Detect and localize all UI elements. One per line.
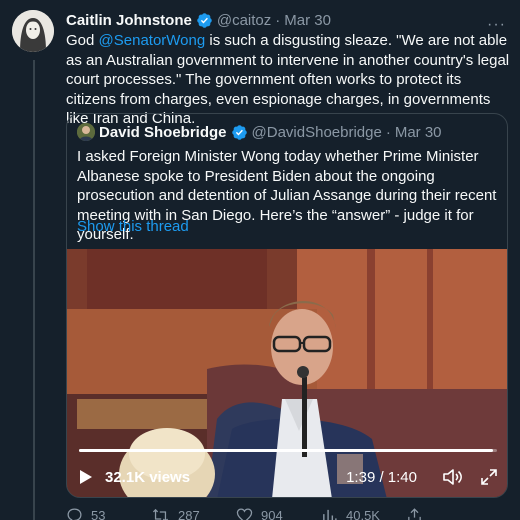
video-views: 32.1K views xyxy=(105,468,191,486)
video-controls: 32.1K views 1:39 / 1:40 xyxy=(79,465,497,489)
author-handle[interactable]: @caitoz xyxy=(217,12,271,29)
video-progress-fill xyxy=(79,449,493,452)
play-icon[interactable] xyxy=(79,469,93,485)
show-thread-link[interactable]: Show this thread xyxy=(77,218,189,235)
tweet-header: Caitlin Johnstone @caitoz · Mar 30 xyxy=(66,10,510,30)
verified-badge-icon xyxy=(231,124,248,141)
verified-badge-icon xyxy=(196,12,213,29)
thread-line xyxy=(33,60,35,520)
like-count: 904 xyxy=(261,508,283,520)
views-icon xyxy=(321,507,338,520)
share-button[interactable] xyxy=(406,507,491,520)
quote-date[interactable]: Mar 30 xyxy=(395,124,442,141)
separator: · xyxy=(385,123,391,141)
video-progress-bar[interactable] xyxy=(79,449,497,452)
expand-icon[interactable] xyxy=(481,469,497,485)
video-frame xyxy=(67,249,507,497)
video-time: 1:39 / 1:40 xyxy=(346,468,417,486)
tweet-text-before: God xyxy=(66,32,99,49)
retweet-icon xyxy=(151,507,170,520)
tweet-actions: 53 287 904 40.5K xyxy=(66,507,510,520)
retweet-button[interactable]: 287 xyxy=(151,507,236,520)
retweet-count: 287 xyxy=(178,508,200,520)
quote-author-name[interactable]: David Shoebridge xyxy=(99,124,227,141)
tweet-body: Caitlin Johnstone @caitoz · Mar 30 ··· G… xyxy=(66,10,510,129)
reply-button[interactable]: 53 xyxy=(66,507,151,520)
quoted-tweet[interactable]: David Shoebridge @DavidShoebridge · Mar … xyxy=(66,113,508,498)
author-name[interactable]: Caitlin Johnstone xyxy=(66,12,192,29)
more-icon[interactable]: ··· xyxy=(487,16,506,34)
reply-icon xyxy=(66,507,83,520)
quote-header: David Shoebridge @DavidShoebridge · Mar … xyxy=(77,123,442,141)
quote-author-handle[interactable]: @DavidShoebridge xyxy=(252,124,382,141)
like-button[interactable]: 904 xyxy=(236,507,321,520)
tweet-date[interactable]: Mar 30 xyxy=(284,12,331,29)
views-count: 40.5K xyxy=(346,508,380,520)
video-player[interactable]: 32.1K views 1:39 / 1:40 xyxy=(67,249,507,497)
volume-icon[interactable] xyxy=(443,468,463,486)
views-button[interactable]: 40.5K xyxy=(321,507,406,520)
reply-count: 53 xyxy=(91,508,106,520)
quote-avatar[interactable] xyxy=(77,123,95,141)
like-icon xyxy=(236,507,253,520)
avatar[interactable] xyxy=(12,10,54,52)
separator: · xyxy=(275,11,281,29)
share-icon xyxy=(406,507,423,520)
mention-link[interactable]: @SenatorWong xyxy=(99,32,206,49)
